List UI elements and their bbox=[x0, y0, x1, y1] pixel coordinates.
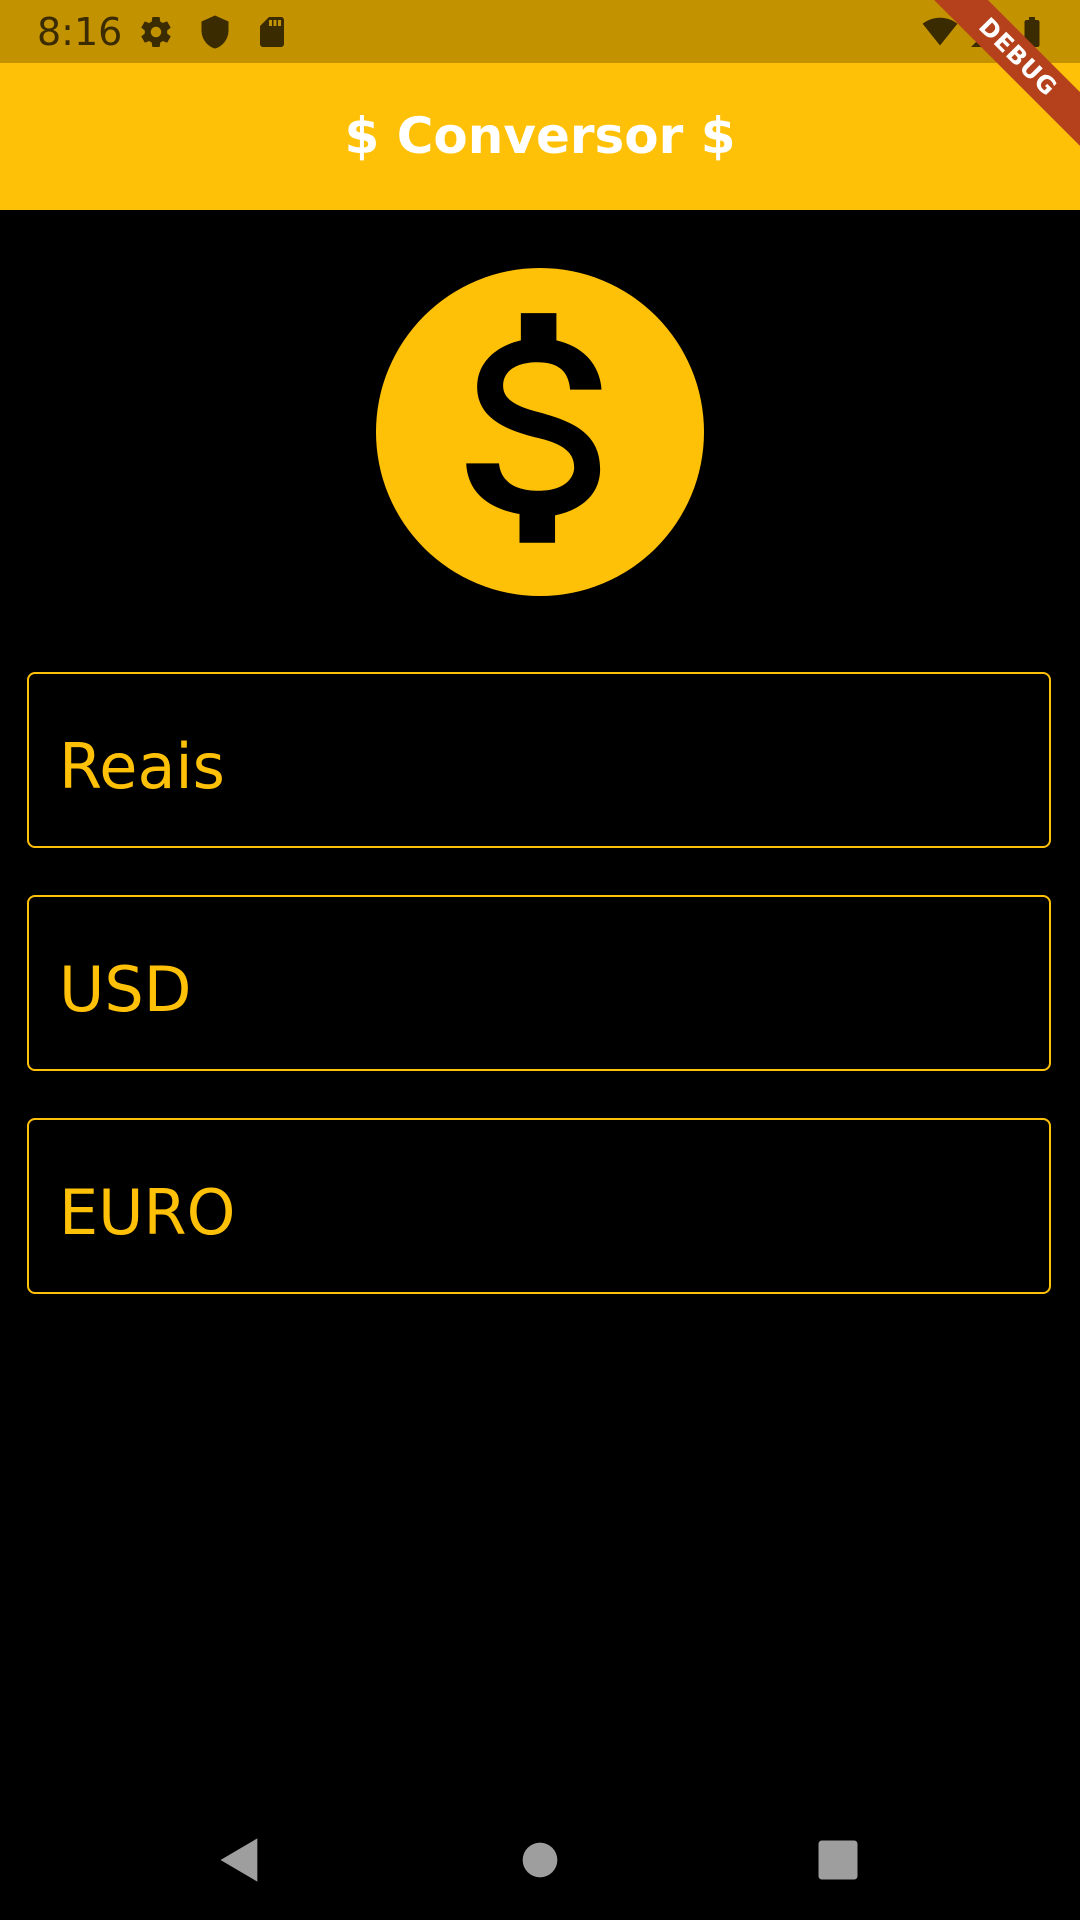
status-time: 8:16 bbox=[37, 10, 123, 54]
reais-field-label: Reais bbox=[59, 730, 225, 803]
back-icon[interactable] bbox=[214, 1834, 266, 1886]
navigation-bar bbox=[0, 1800, 1080, 1920]
gear-icon bbox=[141, 17, 171, 48]
app-title: $ Conversor $ bbox=[344, 107, 736, 165]
debug-banner: DEBUG bbox=[920, 0, 1080, 160]
euro-field[interactable]: EURO bbox=[27, 1118, 1051, 1294]
app-bar: $ Conversor $ bbox=[0, 63, 1080, 210]
home-icon[interactable] bbox=[514, 1834, 566, 1886]
monetization-icon bbox=[376, 268, 704, 596]
shield-icon bbox=[201, 15, 229, 49]
euro-field-label: EURO bbox=[59, 1176, 236, 1249]
sd-card-icon bbox=[260, 17, 284, 47]
usd-field-label: USD bbox=[59, 953, 192, 1026]
status-bar: 8:16 bbox=[0, 0, 1080, 63]
reais-field[interactable]: Reais bbox=[27, 672, 1051, 848]
debug-ribbon: DEBUG bbox=[920, 0, 1080, 156]
usd-field[interactable]: USD bbox=[27, 895, 1051, 1071]
recents-icon[interactable] bbox=[812, 1834, 864, 1886]
